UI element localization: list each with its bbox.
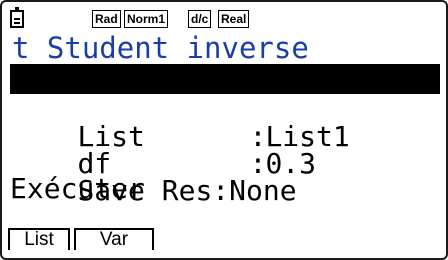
fraction-mode-badge: d/c <box>188 10 212 28</box>
setting-row-df[interactable]: df:0.3 <box>10 119 440 179</box>
status-bar: Rad Norm1 d/c Real <box>10 7 430 32</box>
battery-icon <box>10 7 24 28</box>
function-key-bar: List Var <box>8 228 438 252</box>
f2-var-button[interactable]: Var <box>74 228 154 250</box>
complex-mode-badge: Real <box>218 10 250 28</box>
display-mode-badge: Norm1 <box>124 10 169 28</box>
page-title: t Student inverse <box>12 31 309 65</box>
f1-list-button[interactable]: List <box>8 228 70 250</box>
setting-row-data[interactable]: Data:List <box>10 64 440 124</box>
setting-row-list[interactable]: List:List1 <box>10 92 440 152</box>
calculator-screen: Rad Norm1 d/c Real t Student inverse Dat… <box>0 0 448 260</box>
angle-mode-badge: Rad <box>92 10 121 28</box>
execute-button[interactable]: Exécuter <box>10 174 440 204</box>
